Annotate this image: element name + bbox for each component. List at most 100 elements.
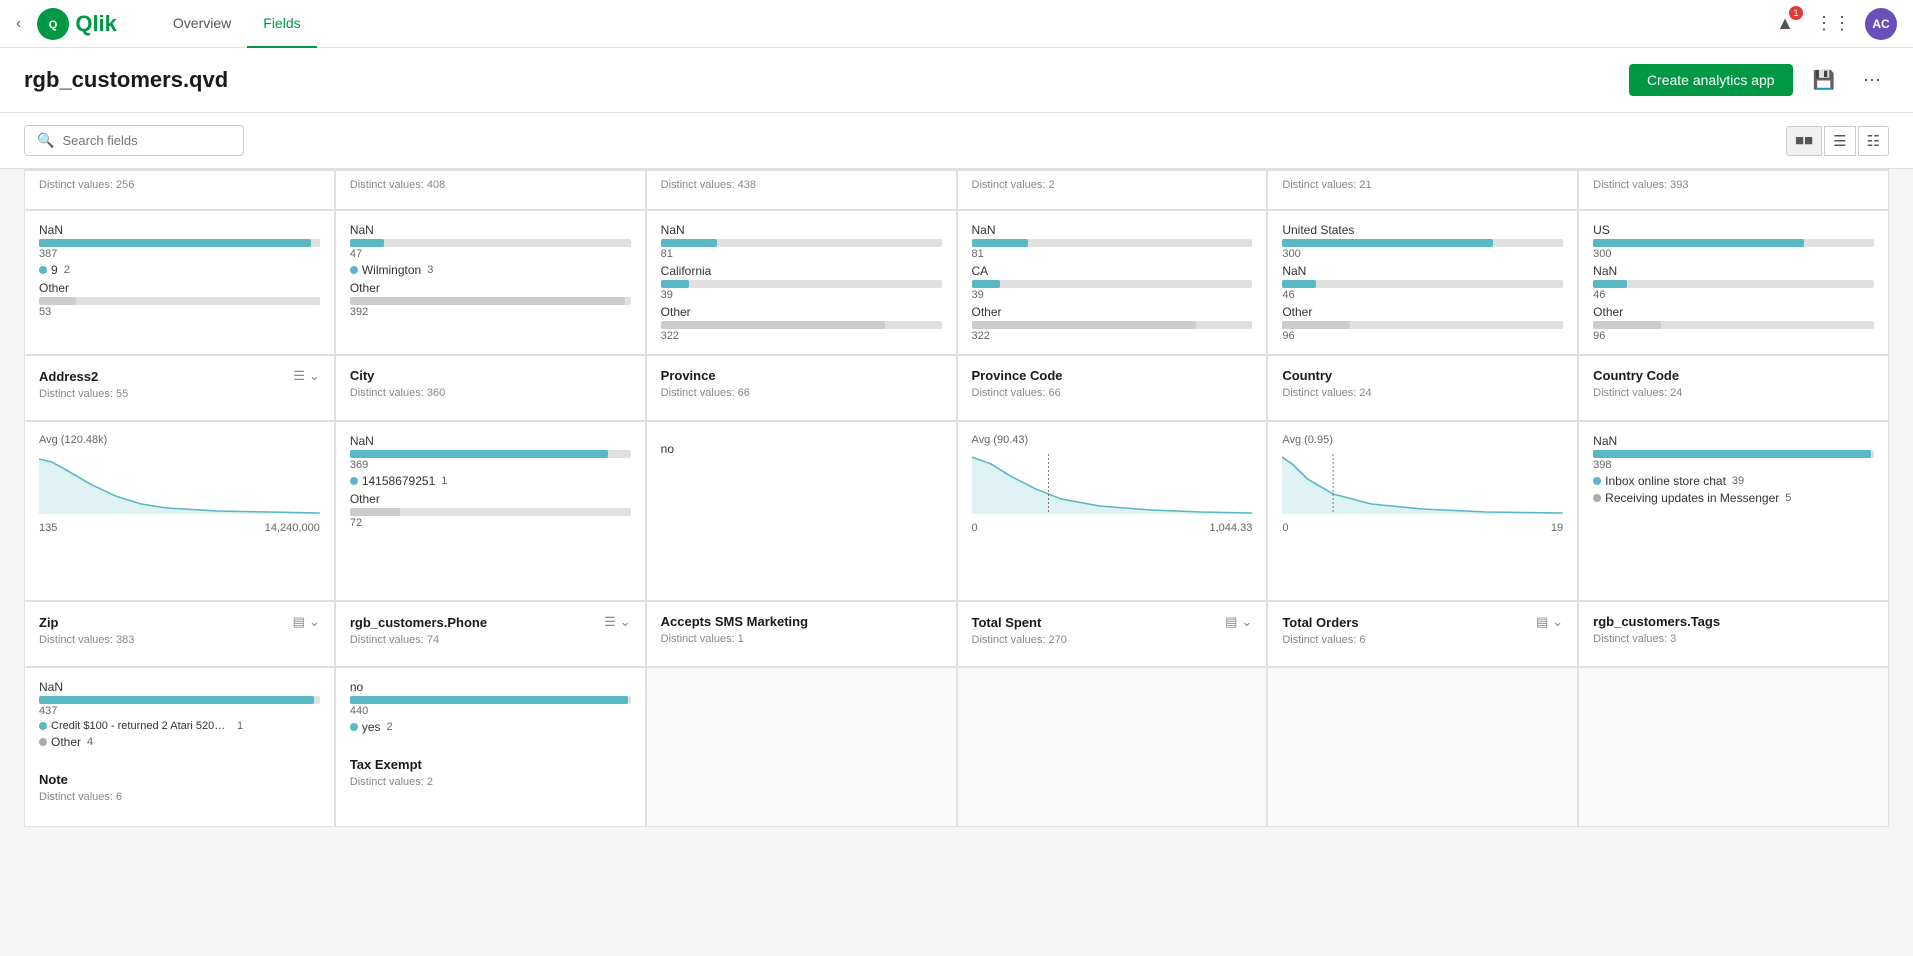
phone-other-label: Other (350, 492, 631, 506)
nan-bar-track-3 (661, 239, 942, 247)
other-label-4: Other (972, 305, 1253, 319)
address2-distinct: Distinct values: 55 (39, 388, 320, 400)
nan-bar-track-1 (39, 239, 320, 247)
tags-nan-count: 398 (1593, 459, 1874, 471)
total-orders-card-header: Total Orders ▤ ⌄ (1282, 614, 1563, 630)
province-nan-card: NaN 81 California 39 Other 322 (646, 210, 957, 355)
other-fill-6 (1593, 321, 1660, 329)
dot-9 (39, 266, 47, 274)
province-code-card-header: Province Code (972, 368, 1253, 383)
total-orders-distinct: Distinct values: 6 (1282, 634, 1563, 646)
country-name: Country (1282, 368, 1332, 383)
chart-icon-zip[interactable]: ▤ (293, 614, 305, 630)
country-code-distinct: Distinct values: 24 (1593, 387, 1874, 399)
nav-overview[interactable]: Overview (157, 0, 247, 48)
country-code-nan-card: US 300 NaN 46 Other 96 (1578, 210, 1889, 355)
tags-nan-track (1593, 450, 1874, 458)
city-header: City Distinct values: 360 (335, 355, 646, 421)
nan-label-5: NaN (1282, 264, 1563, 278)
user-avatar[interactable]: AC (1865, 8, 1897, 40)
tax-exempt-name: Tax Exempt (350, 757, 422, 772)
address2-name: Address2 (39, 369, 98, 384)
field-card-top-6: Distinct values: 393 (1578, 170, 1889, 210)
save-button[interactable]: 💾 (1805, 66, 1843, 95)
other-track-4 (972, 321, 1253, 329)
wilmington-count: 3 (427, 264, 433, 276)
chart-icon-total-orders[interactable]: ▤ (1536, 614, 1548, 630)
back-button[interactable]: ‹ (16, 15, 21, 33)
sort-icon-phone[interactable]: ☰ (604, 614, 616, 630)
tags-chart-card: NaN 398 Inbox online store chat 39 Recei… (1578, 421, 1889, 601)
address2-actions[interactable]: ☰ ⌄ (293, 368, 320, 384)
grid-view-button[interactable]: ■■ (1786, 126, 1822, 156)
page-header: rgb_customers.qvd Create analytics app 💾… (0, 48, 1913, 113)
nav-fields[interactable]: Fields (247, 0, 316, 48)
top-distinct-4: Distinct values: 2 (972, 179, 1253, 191)
tags-nan-fill (1593, 450, 1871, 458)
note-nan-count: 437 (39, 705, 320, 717)
total-orders-svg (1282, 454, 1563, 514)
total-orders-avg: Avg (0.95) (1282, 434, 1563, 446)
wilmington-label: Wilmington (362, 263, 421, 277)
us-code-fill (1593, 239, 1804, 247)
us-count: 300 (1282, 248, 1563, 260)
city-distinct: Distinct values: 360 (350, 387, 631, 399)
country-code-card-header: Country Code (1593, 368, 1874, 383)
other-fill-3 (661, 321, 886, 329)
phone-card-header: rgb_customers.Phone ☰ ⌄ (350, 614, 631, 630)
ca-count: 39 (972, 289, 1253, 301)
tags-messenger-count: 5 (1785, 492, 1791, 504)
total-spent-chart-card: Avg (90.43) 0 1,044.33 (957, 421, 1268, 601)
city-nan-card: NaN 47 Wilmington 3 Other 392 (335, 210, 646, 355)
other-label-2: Other (350, 281, 631, 295)
main-nav: Overview Fields (157, 0, 317, 48)
tags-messenger-label: Receiving updates in Messenger (1605, 491, 1779, 505)
zip-actions[interactable]: ▤ ⌄ (293, 614, 320, 630)
tags-distinct: Distinct values: 3 (1593, 633, 1874, 645)
city-card-header: City (350, 368, 631, 383)
create-analytics-button[interactable]: Create analytics app (1629, 64, 1793, 96)
val-9-label: 9 (51, 263, 58, 277)
phone-nan-fill (350, 450, 608, 458)
notification-button[interactable]: ▲ 1 (1769, 8, 1801, 40)
dot-tax-yes (350, 723, 358, 731)
chevron-zip[interactable]: ⌄ (309, 614, 320, 630)
total-spent-actions[interactable]: ▤ ⌄ (1225, 614, 1252, 630)
sms-header: Accepts SMS Marketing Distinct values: 1 (646, 601, 957, 667)
total-orders-header: Total Orders ▤ ⌄ Distinct values: 6 (1267, 601, 1578, 667)
tags-inbox-row: Inbox online store chat 39 (1593, 474, 1874, 488)
search-box[interactable]: 🔍 (24, 125, 244, 156)
table-view-button[interactable]: ☷ (1858, 126, 1889, 156)
nan-count-5: 46 (1282, 289, 1563, 301)
tags-card-header: rgb_customers.Tags (1593, 614, 1874, 629)
header-left: ‹ Q Qlik Overview Fields (16, 0, 317, 48)
chevron-phone[interactable]: ⌄ (620, 614, 631, 630)
chevron-address2[interactable]: ⌄ (309, 368, 320, 384)
dot-messenger (1593, 494, 1601, 502)
phone-actions[interactable]: ☰ ⌄ (604, 614, 631, 630)
total-orders-actions[interactable]: ▤ ⌄ (1536, 614, 1563, 630)
province-code-header: Province Code Distinct values: 66 (957, 355, 1268, 421)
dot-phone (350, 477, 358, 485)
chevron-total-spent[interactable]: ⌄ (1241, 614, 1252, 630)
province-code-distinct: Distinct values: 66 (972, 387, 1253, 399)
total-orders-max: 19 (1551, 522, 1563, 534)
sms-no-label: no (661, 442, 942, 456)
search-input[interactable] (62, 133, 231, 148)
dot-credit (39, 722, 47, 730)
tax-yes-count: 2 (387, 721, 393, 733)
chart-icon-total-spent[interactable]: ▤ (1225, 614, 1237, 630)
sort-icon-address2[interactable]: ☰ (293, 368, 305, 384)
nan-bar-track-5 (1282, 280, 1563, 288)
country-card-header: Country (1282, 368, 1563, 383)
more-options-button[interactable]: ⋯ (1855, 66, 1889, 95)
list-view-button[interactable]: ☰ (1824, 126, 1855, 156)
chevron-total-orders[interactable]: ⌄ (1552, 614, 1563, 630)
zip-min: 135 (39, 522, 57, 534)
nan-label-6: NaN (1593, 264, 1874, 278)
nan-label-1: NaN (39, 223, 320, 237)
other-count-5: 96 (1282, 330, 1563, 342)
apps-button[interactable]: ⋮⋮ (1817, 8, 1849, 40)
other-track-2 (350, 297, 631, 305)
nan-count-4: 81 (972, 248, 1253, 260)
